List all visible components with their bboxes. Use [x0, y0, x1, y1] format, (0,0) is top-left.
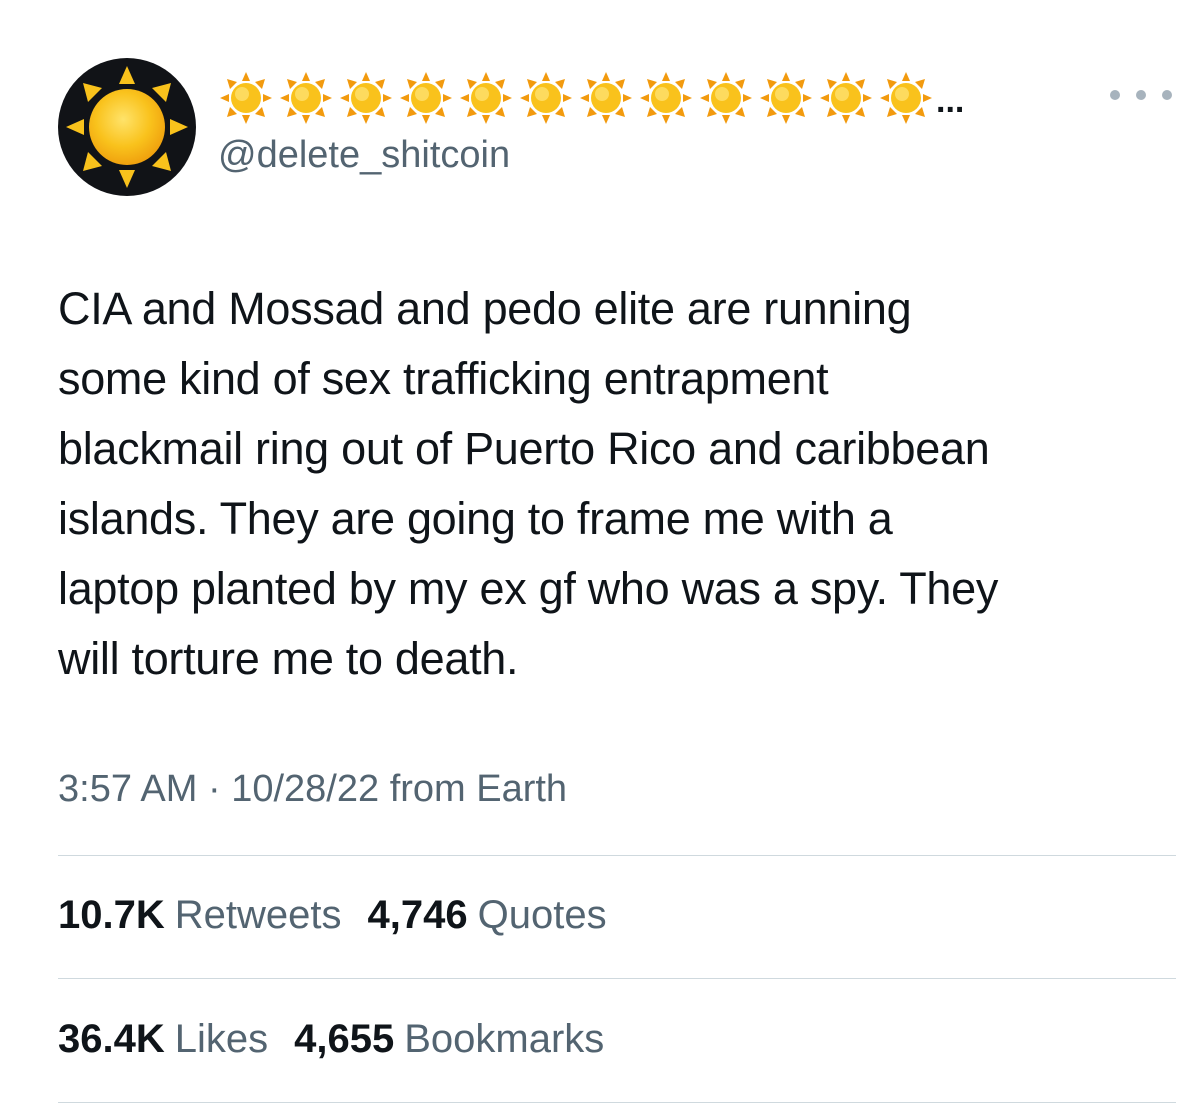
sun-icon	[280, 72, 332, 124]
more-options-button[interactable]	[1110, 80, 1172, 110]
tweet-text: CIA and Mossad and pedo elite are runnin…	[58, 274, 1168, 694]
sun-icon	[880, 72, 932, 124]
retweets-count: 10.7K	[58, 893, 165, 937]
quotes-count: 4,746	[367, 893, 468, 937]
tweet-card: ... @delete_shitcoin CIA and Mossad and …	[0, 0, 1200, 1106]
bookmarks-label: Bookmarks	[404, 1017, 605, 1061]
sun-icon	[400, 72, 452, 124]
sun-icon	[340, 72, 392, 124]
user-handle[interactable]: @delete_shitcoin	[218, 134, 510, 177]
display-name-truncation: ...	[936, 82, 965, 120]
sun-icon	[520, 72, 572, 124]
more-horizontal-icon	[1136, 90, 1146, 100]
bookmarks-count: 4,655	[294, 1017, 395, 1061]
tweet-metadata: 3:57 AM · 10/28/22 from Earth	[58, 768, 567, 811]
sun-icon	[640, 72, 692, 124]
tweet-source: from Earth	[389, 768, 568, 810]
sun-icon	[460, 72, 512, 124]
tweet-text-line: some kind of sex trafficking entrapment	[58, 353, 829, 404]
sun-icon	[700, 72, 752, 124]
quotes-stat[interactable]: 4,746 Quotes	[368, 893, 607, 938]
tweet-text-line: laptop planted by my ex gf who was a spy…	[58, 563, 999, 614]
divider	[58, 1102, 1176, 1103]
more-horizontal-icon	[1162, 90, 1172, 100]
sun-icon	[66, 66, 188, 188]
tweet-time[interactable]: 3:57 AM	[58, 768, 197, 810]
display-name-emoji-row	[218, 70, 934, 126]
likes-count: 36.4K	[58, 1017, 165, 1061]
quotes-label: Quotes	[477, 893, 607, 937]
meta-separator: ·	[207, 768, 221, 810]
engagement-row-likes: 36.4K Likes 4,655 Bookmarks	[58, 1017, 630, 1062]
display-name[interactable]: ...	[218, 66, 964, 130]
divider	[58, 978, 1176, 979]
tweet-text-line: islands. They are going to frame me with…	[58, 493, 893, 544]
likes-stat[interactable]: 36.4K Likes	[58, 1017, 268, 1062]
sun-icon	[820, 72, 872, 124]
engagement-row-shares: 10.7K Retweets 4,746 Quotes	[58, 893, 633, 938]
sun-icon	[760, 72, 812, 124]
tweet-text-line: CIA and Mossad and pedo elite are runnin…	[58, 283, 912, 334]
bookmarks-stat[interactable]: 4,655 Bookmarks	[294, 1017, 604, 1062]
avatar[interactable]	[58, 58, 196, 196]
sun-icon	[220, 72, 272, 124]
retweets-label: Retweets	[174, 893, 342, 937]
sun-icon	[580, 72, 632, 124]
tweet-text-line: will torture me to death.	[58, 633, 519, 684]
more-horizontal-icon	[1110, 90, 1120, 100]
likes-label: Likes	[174, 1017, 269, 1061]
retweets-stat[interactable]: 10.7K Retweets	[58, 893, 342, 938]
tweet-text-line: blackmail ring out of Puerto Rico and ca…	[58, 423, 990, 474]
divider	[58, 855, 1176, 856]
tweet-date[interactable]: 10/28/22	[231, 768, 379, 810]
